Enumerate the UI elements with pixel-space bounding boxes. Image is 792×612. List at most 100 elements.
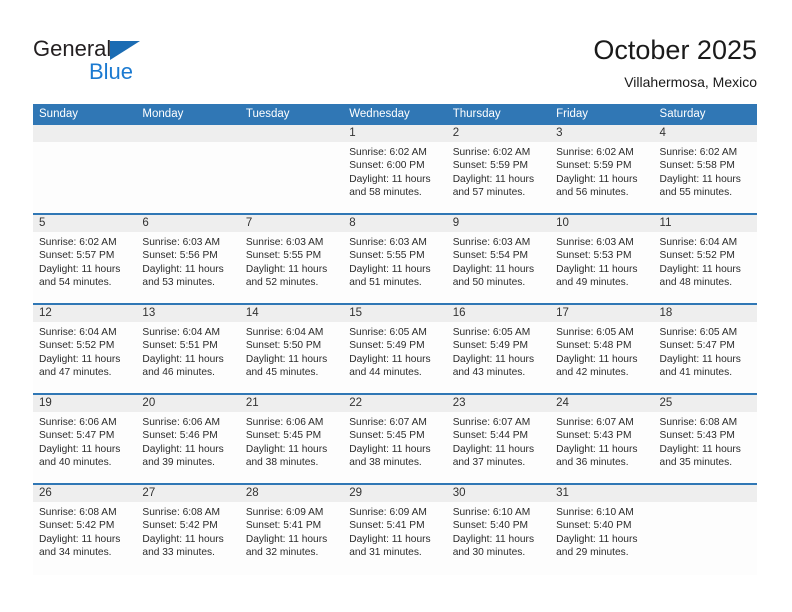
day-cell[interactable]: [136, 125, 240, 213]
daylight-text-line1: Daylight: 11 hours: [245, 533, 328, 545]
day-cell[interactable]: 13 Sunrise: 6:04 AM Sunset: 5:51 PM Dayl…: [136, 305, 240, 393]
day-cell[interactable]: 24 Sunrise: 6:07 AM Sunset: 5:43 PM Dayl…: [550, 395, 654, 483]
day-cell[interactable]: 31 Sunrise: 6:10 AM Sunset: 5:40 PM Dayl…: [550, 485, 654, 575]
day-cell[interactable]: 10 Sunrise: 6:03 AM Sunset: 5:53 PM Dayl…: [550, 215, 654, 303]
day-details: Sunrise: 6:07 AM Sunset: 5:45 PM Dayligh…: [343, 412, 446, 469]
weekday-header-monday: Monday: [142, 108, 184, 120]
daylight-text-line2: and 44 minutes.: [349, 366, 422, 378]
day-cell[interactable]: 1 Sunrise: 6:02 AM Sunset: 6:00 PM Dayli…: [343, 125, 447, 213]
sunset-text: Sunset: 5:49 PM: [349, 340, 425, 352]
sunrise-text: Sunrise: 6:07 AM: [349, 417, 427, 428]
logo-top-row: General: [33, 36, 213, 62]
daylight-text-line2: and 49 minutes.: [556, 276, 629, 288]
day-number: 19: [33, 395, 137, 412]
day-cell[interactable]: 21 Sunrise: 6:06 AM Sunset: 5:45 PM Dayl…: [239, 395, 344, 483]
day-cell[interactable]: 9 Sunrise: 6:03 AM Sunset: 5:54 PM Dayli…: [446, 215, 551, 303]
day-cell[interactable]: 19 Sunrise: 6:06 AM Sunset: 5:47 PM Dayl…: [33, 395, 137, 483]
day-number: 6: [136, 215, 240, 232]
day-details: [240, 142, 343, 146]
daylight-text-line1: Daylight: 11 hours: [659, 173, 741, 185]
day-cell[interactable]: 2 Sunrise: 6:02 AM Sunset: 5:59 PM Dayli…: [446, 125, 551, 213]
calendar-table: Sunday Monday Tuesday Wednesday Thursday…: [33, 104, 757, 575]
day-cell[interactable]: 15 Sunrise: 6:05 AM Sunset: 5:49 PM Dayl…: [343, 305, 447, 393]
day-number: 17: [550, 305, 654, 322]
calendar-week-row: 5 Sunrise: 6:02 AM Sunset: 5:57 PM Dayli…: [33, 215, 757, 305]
day-cell[interactable]: 11 Sunrise: 6:04 AM Sunset: 5:52 PM Dayl…: [653, 215, 757, 303]
general-blue-logo[interactable]: General Blue: [33, 36, 213, 88]
day-details: Sunrise: 6:03 AM Sunset: 5:54 PM Dayligh…: [447, 232, 550, 289]
daylight-text-line2: and 38 minutes.: [245, 456, 319, 468]
daylight-text-line1: Daylight: 11 hours: [349, 353, 431, 365]
daylight-text-line2: and 53 minutes.: [142, 276, 215, 288]
day-details: Sunrise: 6:04 AM Sunset: 5:52 PM Dayligh…: [654, 232, 757, 289]
sunrise-text: Sunrise: 6:03 AM: [556, 237, 634, 248]
day-cell[interactable]: 29 Sunrise: 6:09 AM Sunset: 5:41 PM Dayl…: [343, 485, 447, 575]
page-subtitle-location: Villahermosa, Mexico: [624, 74, 757, 90]
daylight-text-line2: and 41 minutes.: [659, 366, 733, 378]
day-cell[interactable]: 3 Sunrise: 6:02 AM Sunset: 5:59 PM Dayli…: [550, 125, 654, 213]
daylight-text-line1: Daylight: 11 hours: [349, 263, 431, 275]
day-cell[interactable]: 18 Sunrise: 6:05 AM Sunset: 5:47 PM Dayl…: [653, 305, 757, 393]
day-cell[interactable]: 6 Sunrise: 6:03 AM Sunset: 5:56 PM Dayli…: [136, 215, 240, 303]
day-cell[interactable]: 12 Sunrise: 6:04 AM Sunset: 5:52 PM Dayl…: [33, 305, 137, 393]
day-details: [654, 502, 757, 506]
sunrise-text: Sunrise: 6:03 AM: [245, 237, 324, 248]
day-cell[interactable]: 23 Sunrise: 6:07 AM Sunset: 5:44 PM Dayl…: [446, 395, 551, 483]
sunrise-text: Sunrise: 6:07 AM: [452, 417, 531, 428]
day-details: Sunrise: 6:02 AM Sunset: 5:59 PM Dayligh…: [550, 142, 653, 199]
day-cell[interactable]: 8 Sunrise: 6:03 AM Sunset: 5:55 PM Dayli…: [343, 215, 447, 303]
day-number: 9: [446, 215, 551, 232]
day-details: Sunrise: 6:05 AM Sunset: 5:47 PM Dayligh…: [654, 322, 757, 379]
sunset-text: Sunset: 5:57 PM: [39, 250, 115, 262]
day-cell[interactable]: 20 Sunrise: 6:06 AM Sunset: 5:46 PM Dayl…: [136, 395, 240, 483]
sunset-text: Sunset: 5:52 PM: [39, 340, 115, 352]
day-cell[interactable]: 25 Sunrise: 6:08 AM Sunset: 5:43 PM Dayl…: [653, 395, 757, 483]
sunset-text: Sunset: 5:55 PM: [349, 250, 425, 262]
daylight-text-line1: Daylight: 11 hours: [659, 263, 741, 275]
sunset-text: Sunset: 5:55 PM: [245, 250, 322, 262]
sunrise-text: Sunrise: 6:08 AM: [39, 507, 117, 518]
logo-bottom-row: Blue: [33, 60, 213, 84]
sunset-text: Sunset: 5:58 PM: [659, 160, 735, 172]
daylight-text-line2: and 36 minutes.: [556, 456, 629, 468]
daylight-text-line2: and 56 minutes.: [556, 186, 629, 198]
sunset-text: Sunset: 5:45 PM: [245, 430, 322, 442]
sunset-text: Sunset: 5:47 PM: [659, 340, 735, 352]
sunrise-text: Sunrise: 6:06 AM: [245, 417, 324, 428]
day-cell[interactable]: 16 Sunrise: 6:05 AM Sunset: 5:49 PM Dayl…: [446, 305, 551, 393]
daylight-text-line2: and 55 minutes.: [659, 186, 733, 198]
day-details: Sunrise: 6:04 AM Sunset: 5:52 PM Dayligh…: [33, 322, 136, 379]
sunset-text: Sunset: 5:52 PM: [659, 250, 735, 262]
daylight-text-line1: Daylight: 11 hours: [142, 353, 224, 365]
daylight-text-line1: Daylight: 11 hours: [349, 443, 431, 455]
day-number: 5: [33, 215, 137, 232]
day-number: 3: [550, 125, 654, 142]
day-number: 11: [653, 215, 757, 232]
day-cell[interactable]: 4 Sunrise: 6:02 AM Sunset: 5:58 PM Dayli…: [653, 125, 757, 213]
day-cell[interactable]: [33, 125, 137, 213]
day-cell[interactable]: 5 Sunrise: 6:02 AM Sunset: 5:57 PM Dayli…: [33, 215, 137, 303]
day-number: 18: [653, 305, 757, 322]
day-cell[interactable]: 7 Sunrise: 6:03 AM Sunset: 5:55 PM Dayli…: [239, 215, 344, 303]
sunset-text: Sunset: 5:46 PM: [142, 430, 218, 442]
day-cell[interactable]: 14 Sunrise: 6:04 AM Sunset: 5:50 PM Dayl…: [239, 305, 344, 393]
sunset-text: Sunset: 5:41 PM: [349, 520, 425, 532]
sunrise-text: Sunrise: 6:08 AM: [142, 507, 221, 518]
day-cell[interactable]: 28 Sunrise: 6:09 AM Sunset: 5:41 PM Dayl…: [239, 485, 344, 575]
day-cell[interactable]: [653, 485, 757, 575]
sunset-text: Sunset: 5:45 PM: [349, 430, 425, 442]
day-cell[interactable]: 22 Sunrise: 6:07 AM Sunset: 5:45 PM Dayl…: [343, 395, 447, 483]
day-cell[interactable]: 26 Sunrise: 6:08 AM Sunset: 5:42 PM Dayl…: [33, 485, 137, 575]
sunset-text: Sunset: 5:54 PM: [452, 250, 529, 262]
day-cell[interactable]: 17 Sunrise: 6:05 AM Sunset: 5:48 PM Dayl…: [550, 305, 654, 393]
day-cell[interactable]: [239, 125, 344, 213]
sunset-text: Sunset: 5:59 PM: [556, 160, 632, 172]
sunset-text: Sunset: 5:53 PM: [556, 250, 632, 262]
day-details: Sunrise: 6:02 AM Sunset: 5:57 PM Dayligh…: [33, 232, 136, 289]
day-cell[interactable]: 30 Sunrise: 6:10 AM Sunset: 5:40 PM Dayl…: [446, 485, 551, 575]
daylight-text-line2: and 30 minutes.: [452, 546, 526, 558]
daylight-text-line1: Daylight: 11 hours: [349, 533, 431, 545]
day-number: 29: [343, 485, 447, 502]
weekday-header-tuesday: Tuesday: [245, 108, 290, 120]
day-cell[interactable]: 27 Sunrise: 6:08 AM Sunset: 5:42 PM Dayl…: [136, 485, 240, 575]
